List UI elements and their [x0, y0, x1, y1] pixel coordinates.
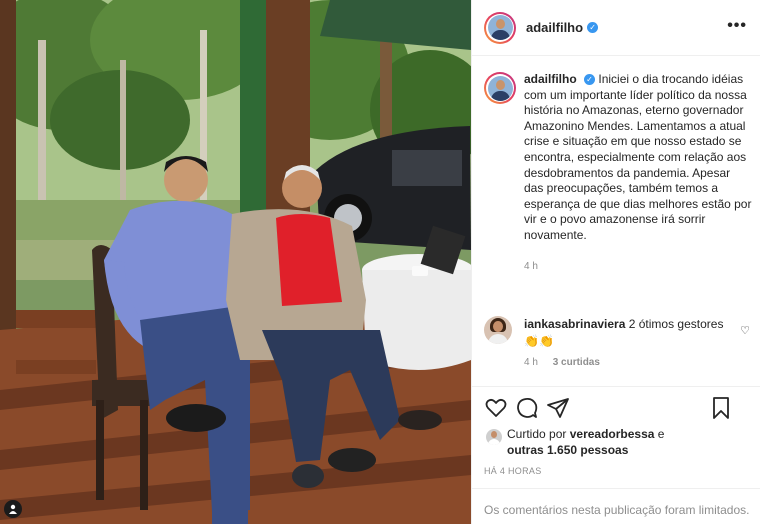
- caption-time[interactable]: 4 h: [524, 261, 752, 272]
- caption-verified-badge-icon: ✓: [584, 74, 596, 86]
- comment-meta: 4 h 3 curtidas: [524, 357, 752, 368]
- avatar[interactable]: [484, 11, 516, 44]
- share-icon[interactable]: [546, 396, 570, 420]
- post-photo[interactable]: [0, 0, 471, 524]
- caption: adailfilho ✓ Iniciei o dia trocando idéi…: [484, 72, 752, 272]
- likes-prefix: Curtido por: [507, 427, 567, 441]
- tagged-user-icon[interactable]: [4, 500, 22, 518]
- comment-icon[interactable]: [515, 396, 539, 420]
- caption-avatar[interactable]: [484, 72, 516, 104]
- comment-likes-count[interactable]: 3 curtidas: [553, 357, 600, 368]
- comment: iankasabrinaviera 2 ótimos gestores 👏👏 ♡…: [484, 316, 752, 368]
- comment-like-heart-icon[interactable]: ♡: [740, 324, 750, 337]
- post-timestamp[interactable]: HÁ 4 HORAS: [484, 466, 542, 476]
- photo-scene: [0, 0, 471, 524]
- comment-username[interactable]: iankasabrinaviera: [524, 317, 625, 331]
- post-side-panel: adailfilho ✓ ••• adailfilho ✓ Iniciei o …: [471, 0, 760, 524]
- caption-body: Iniciei o dia trocando idéias com um imp…: [524, 72, 752, 242]
- comment-avatar[interactable]: [484, 316, 512, 344]
- likes-summary: Curtido por vereadorbessa e outras 1.650 …: [484, 427, 754, 458]
- heart-icon[interactable]: [484, 396, 508, 420]
- liker-avatar[interactable]: [486, 429, 502, 445]
- caption-username[interactable]: adailfilho: [524, 72, 577, 86]
- action-bar: [472, 386, 760, 432]
- likes-text: Curtido por vereadorbessa e outras 1.650 …: [507, 427, 754, 458]
- likes-conjunction: e: [657, 427, 665, 441]
- more-options-icon[interactable]: •••: [727, 17, 747, 35]
- comments-limited-notice: Os comentários nesta publicação foram li…: [472, 488, 760, 524]
- post-username[interactable]: adailfilho: [526, 20, 583, 35]
- verified-badge-icon: ✓: [587, 22, 599, 33]
- caption-text: adailfilho ✓ Iniciei o dia trocando idéi…: [524, 72, 752, 244]
- liker-username[interactable]: vereadorbessa: [570, 427, 655, 441]
- comment-text: iankasabrinaviera 2 ótimos gestores 👏👏: [524, 316, 752, 350]
- likes-others[interactable]: outras 1.650 pessoas: [507, 443, 628, 457]
- bookmark-icon[interactable]: [709, 396, 733, 420]
- post-header: adailfilho ✓ •••: [472, 0, 760, 56]
- comment-time[interactable]: 4 h: [524, 357, 538, 368]
